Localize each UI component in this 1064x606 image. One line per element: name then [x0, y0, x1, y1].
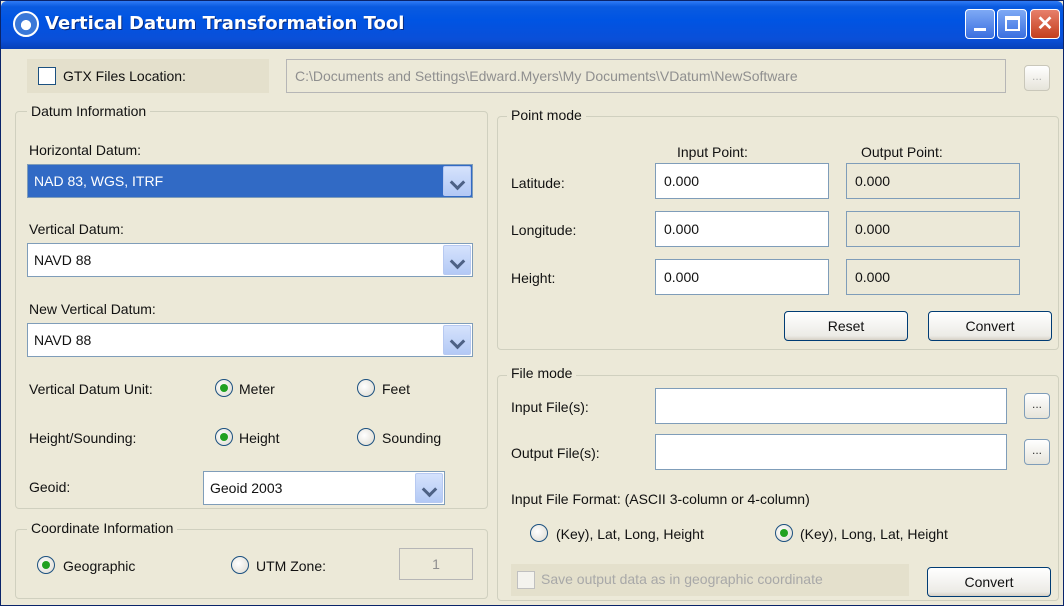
gtx-location-label: GTX Files Location: — [63, 68, 186, 84]
input-file-format-label: Input File Format: (ASCII 3-column or 4-… — [511, 491, 810, 507]
latitude-label: Latitude: — [511, 175, 565, 191]
minimize-icon — [974, 28, 986, 31]
vertical-datum-select[interactable]: NAVD 88 — [27, 243, 473, 277]
horizontal-datum-select[interactable]: NAD 83, WGS, ITRF — [27, 164, 473, 198]
vertical-datum-unit-label: Vertical Datum Unit: — [29, 381, 153, 397]
coordinate-information-legend: Coordinate Information — [27, 520, 178, 536]
gtx-browse-button: ... — [1024, 65, 1050, 91]
format-lat-long-label[interactable]: (Key), Lat, Long, Height — [556, 526, 704, 542]
geoid-value: Geoid 2003 — [210, 480, 283, 496]
height-sounding-label: Height/Sounding: — [29, 430, 137, 446]
sounding-radio-label[interactable]: Sounding — [382, 430, 441, 446]
app-logo-icon — [13, 11, 39, 37]
point-convert-button[interactable]: Convert — [928, 311, 1052, 341]
utm-zone-radio[interactable] — [231, 556, 249, 574]
point-mode-legend: Point mode — [507, 107, 586, 123]
file-convert-button[interactable]: Convert — [927, 567, 1051, 597]
output-point-header: Output Point: — [861, 144, 943, 160]
longitude-input[interactable]: 0.000 — [655, 211, 829, 247]
maximize-icon — [1005, 16, 1020, 31]
reset-button[interactable]: Reset — [784, 311, 908, 341]
format-long-lat-label[interactable]: (Key), Long, Lat, Height — [800, 526, 948, 542]
height-output: 0.000 — [846, 259, 1020, 295]
gtx-path-field: C:\Documents and Settings\Edward.Myers\M… — [286, 59, 1006, 93]
save-geographic-checkbox — [517, 571, 535, 589]
geoid-select[interactable]: Geoid 2003 — [203, 471, 445, 505]
longitude-label: Longitude: — [511, 222, 577, 238]
datum-information-legend: Datum Information — [27, 103, 151, 119]
height-radio[interactable] — [215, 428, 233, 446]
horizontal-datum-value: NAD 83, WGS, ITRF — [34, 173, 164, 189]
new-vertical-datum-label: New Vertical Datum: — [29, 301, 156, 317]
maximize-button[interactable] — [997, 9, 1027, 39]
input-files-field[interactable] — [655, 388, 1007, 424]
utm-zone-field: 1 — [399, 548, 473, 580]
sounding-radio[interactable] — [357, 428, 375, 446]
format-long-lat-radio[interactable] — [775, 524, 793, 542]
save-geographic-label: Save output data as in geographic coordi… — [541, 571, 823, 587]
new-vertical-datum-select[interactable]: NAVD 88 — [27, 323, 473, 357]
minimize-button[interactable] — [965, 9, 995, 39]
title-bar[interactable]: Vertical Datum Transformation Tool ✕ — [1, 1, 1063, 49]
geographic-label[interactable]: Geographic — [63, 558, 135, 574]
longitude-output: 0.000 — [846, 211, 1020, 247]
gtx-location-checkbox[interactable] — [38, 67, 56, 85]
unit-meter-label[interactable]: Meter — [239, 381, 275, 397]
utm-zone-label[interactable]: UTM Zone: — [256, 558, 326, 574]
chevron-down-icon[interactable] — [415, 473, 443, 503]
input-files-browse-button[interactable]: ... — [1024, 393, 1050, 419]
unit-meter-radio[interactable] — [215, 379, 233, 397]
close-icon: ✕ — [1036, 13, 1054, 35]
height-radio-label[interactable]: Height — [239, 430, 279, 446]
output-files-browse-button[interactable]: ... — [1024, 439, 1050, 465]
chevron-down-icon[interactable] — [443, 325, 471, 355]
chevron-down-icon[interactable] — [443, 166, 471, 196]
chevron-down-icon[interactable] — [443, 245, 471, 275]
height-label: Height: — [511, 270, 556, 286]
vertical-datum-label: Vertical Datum: — [29, 221, 124, 237]
latitude-input[interactable]: 0.000 — [655, 163, 829, 199]
app-window: Vertical Datum Transformation Tool ✕ GTX… — [0, 0, 1064, 606]
input-files-label: Input File(s): — [511, 399, 589, 415]
unit-feet-radio[interactable] — [357, 379, 375, 397]
unit-feet-label[interactable]: Feet — [382, 381, 410, 397]
output-files-label: Output File(s): — [511, 445, 600, 461]
file-mode-legend: File mode — [507, 365, 577, 381]
input-point-header: Input Point: — [677, 144, 748, 160]
geographic-radio[interactable] — [37, 556, 55, 574]
horizontal-datum-label: Horizontal Datum: — [29, 142, 142, 158]
latitude-output: 0.000 — [846, 163, 1020, 199]
output-files-field[interactable] — [655, 434, 1007, 470]
close-button[interactable]: ✕ — [1030, 9, 1060, 39]
vertical-datum-value: NAVD 88 — [34, 252, 92, 268]
geoid-label: Geoid: — [29, 479, 71, 495]
height-input[interactable]: 0.000 — [655, 259, 829, 295]
window-title: Vertical Datum Transformation Tool — [45, 13, 405, 34]
format-lat-long-radio[interactable] — [530, 524, 548, 542]
new-vertical-datum-value: NAVD 88 — [34, 332, 92, 348]
